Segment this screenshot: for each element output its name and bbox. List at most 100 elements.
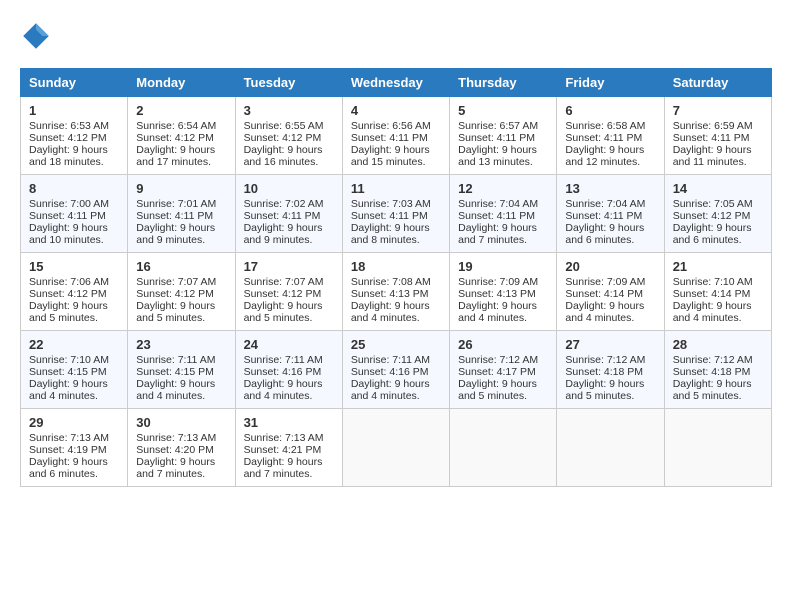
sunrise-label: Sunrise: 7:11 AM [351,354,430,366]
daylight-label: Daylight: 9 hours and 6 minutes. [565,222,644,246]
calendar-cell: 20 Sunrise: 7:09 AM Sunset: 4:14 PM Dayl… [557,253,664,331]
day-number: 24 [244,337,334,352]
day-number: 23 [136,337,226,352]
sunrise-label: Sunrise: 7:05 AM [673,198,753,210]
calendar-week-row: 22 Sunrise: 7:10 AM Sunset: 4:15 PM Dayl… [21,331,772,409]
sunset-label: Sunset: 4:12 PM [244,132,322,144]
calendar-cell: 16 Sunrise: 7:07 AM Sunset: 4:12 PM Dayl… [128,253,235,331]
sunrise-label: Sunrise: 6:56 AM [351,120,431,132]
sunrise-label: Sunrise: 6:55 AM [244,120,324,132]
daylight-label: Daylight: 9 hours and 4 minutes. [244,378,323,402]
day-number: 9 [136,181,226,196]
sunset-label: Sunset: 4:18 PM [565,366,643,378]
day-number: 12 [458,181,548,196]
column-header-tuesday: Tuesday [235,69,342,97]
daylight-label: Daylight: 9 hours and 4 minutes. [351,378,430,402]
sunset-label: Sunset: 4:11 PM [351,132,428,144]
calendar-cell: 30 Sunrise: 7:13 AM Sunset: 4:20 PM Dayl… [128,409,235,487]
day-number: 17 [244,259,334,274]
daylight-label: Daylight: 9 hours and 7 minutes. [458,222,537,246]
sunset-label: Sunset: 4:16 PM [244,366,322,378]
daylight-label: Daylight: 9 hours and 5 minutes. [458,378,537,402]
day-number: 4 [351,103,441,118]
daylight-label: Daylight: 9 hours and 5 minutes. [244,300,323,324]
sunrise-label: Sunrise: 7:12 AM [673,354,753,366]
calendar-week-row: 8 Sunrise: 7:00 AM Sunset: 4:11 PM Dayli… [21,175,772,253]
sunset-label: Sunset: 4:19 PM [29,444,107,456]
day-number: 27 [565,337,655,352]
sunset-label: Sunset: 4:11 PM [458,210,535,222]
calendar-cell: 11 Sunrise: 7:03 AM Sunset: 4:11 PM Dayl… [342,175,449,253]
day-number: 7 [673,103,763,118]
daylight-label: Daylight: 9 hours and 5 minutes. [29,300,108,324]
sunrise-label: Sunrise: 7:08 AM [351,276,431,288]
day-number: 31 [244,415,334,430]
calendar-week-row: 1 Sunrise: 6:53 AM Sunset: 4:12 PM Dayli… [21,97,772,175]
sunset-label: Sunset: 4:13 PM [458,288,536,300]
daylight-label: Daylight: 9 hours and 15 minutes. [351,144,430,168]
sunset-label: Sunset: 4:12 PM [136,132,214,144]
daylight-label: Daylight: 9 hours and 4 minutes. [136,378,215,402]
daylight-label: Daylight: 9 hours and 9 minutes. [136,222,215,246]
sunset-label: Sunset: 4:12 PM [29,132,107,144]
column-header-wednesday: Wednesday [342,69,449,97]
calendar-cell: 28 Sunrise: 7:12 AM Sunset: 4:18 PM Dayl… [664,331,771,409]
daylight-label: Daylight: 9 hours and 4 minutes. [565,300,644,324]
calendar-cell: 2 Sunrise: 6:54 AM Sunset: 4:12 PM Dayli… [128,97,235,175]
sunset-label: Sunset: 4:14 PM [673,288,751,300]
sunset-label: Sunset: 4:11 PM [136,210,213,222]
daylight-label: Daylight: 9 hours and 7 minutes. [244,456,323,480]
sunrise-label: Sunrise: 7:04 AM [458,198,538,210]
sunrise-label: Sunrise: 7:04 AM [565,198,645,210]
sunset-label: Sunset: 4:11 PM [565,210,642,222]
page-header [20,20,772,52]
sunset-label: Sunset: 4:20 PM [136,444,214,456]
calendar-cell: 23 Sunrise: 7:11 AM Sunset: 4:15 PM Dayl… [128,331,235,409]
sunrise-label: Sunrise: 7:03 AM [351,198,431,210]
day-number: 30 [136,415,226,430]
sunrise-label: Sunrise: 7:13 AM [136,432,216,444]
day-number: 3 [244,103,334,118]
sunrise-label: Sunrise: 7:12 AM [458,354,538,366]
calendar-cell: 7 Sunrise: 6:59 AM Sunset: 4:11 PM Dayli… [664,97,771,175]
day-number: 22 [29,337,119,352]
sunset-label: Sunset: 4:17 PM [458,366,536,378]
calendar-cell: 15 Sunrise: 7:06 AM Sunset: 4:12 PM Dayl… [21,253,128,331]
calendar-cell [664,409,771,487]
sunrise-label: Sunrise: 7:02 AM [244,198,324,210]
day-number: 26 [458,337,548,352]
sunrise-label: Sunrise: 6:59 AM [673,120,753,132]
sunrise-label: Sunrise: 7:12 AM [565,354,645,366]
day-number: 18 [351,259,441,274]
daylight-label: Daylight: 9 hours and 16 minutes. [244,144,323,168]
calendar-cell: 17 Sunrise: 7:07 AM Sunset: 4:12 PM Dayl… [235,253,342,331]
daylight-label: Daylight: 9 hours and 10 minutes. [29,222,108,246]
daylight-label: Daylight: 9 hours and 6 minutes. [673,222,752,246]
calendar-cell: 26 Sunrise: 7:12 AM Sunset: 4:17 PM Dayl… [450,331,557,409]
sunrise-label: Sunrise: 7:10 AM [673,276,753,288]
calendar-week-row: 15 Sunrise: 7:06 AM Sunset: 4:12 PM Dayl… [21,253,772,331]
calendar-cell: 31 Sunrise: 7:13 AM Sunset: 4:21 PM Dayl… [235,409,342,487]
calendar-cell: 6 Sunrise: 6:58 AM Sunset: 4:11 PM Dayli… [557,97,664,175]
calendar-cell: 3 Sunrise: 6:55 AM Sunset: 4:12 PM Dayli… [235,97,342,175]
sunrise-label: Sunrise: 6:53 AM [29,120,109,132]
sunset-label: Sunset: 4:16 PM [351,366,429,378]
column-header-monday: Monday [128,69,235,97]
daylight-label: Daylight: 9 hours and 4 minutes. [673,300,752,324]
day-number: 16 [136,259,226,274]
sunset-label: Sunset: 4:14 PM [565,288,643,300]
day-number: 8 [29,181,119,196]
sunrise-label: Sunrise: 6:54 AM [136,120,216,132]
day-number: 15 [29,259,119,274]
calendar-cell [450,409,557,487]
calendar-cell: 5 Sunrise: 6:57 AM Sunset: 4:11 PM Dayli… [450,97,557,175]
day-number: 10 [244,181,334,196]
calendar-table: SundayMondayTuesdayWednesdayThursdayFrid… [20,68,772,487]
sunrise-label: Sunrise: 7:13 AM [29,432,109,444]
day-number: 19 [458,259,548,274]
column-header-thursday: Thursday [450,69,557,97]
day-number: 2 [136,103,226,118]
daylight-label: Daylight: 9 hours and 17 minutes. [136,144,215,168]
daylight-label: Daylight: 9 hours and 4 minutes. [351,300,430,324]
column-header-saturday: Saturday [664,69,771,97]
